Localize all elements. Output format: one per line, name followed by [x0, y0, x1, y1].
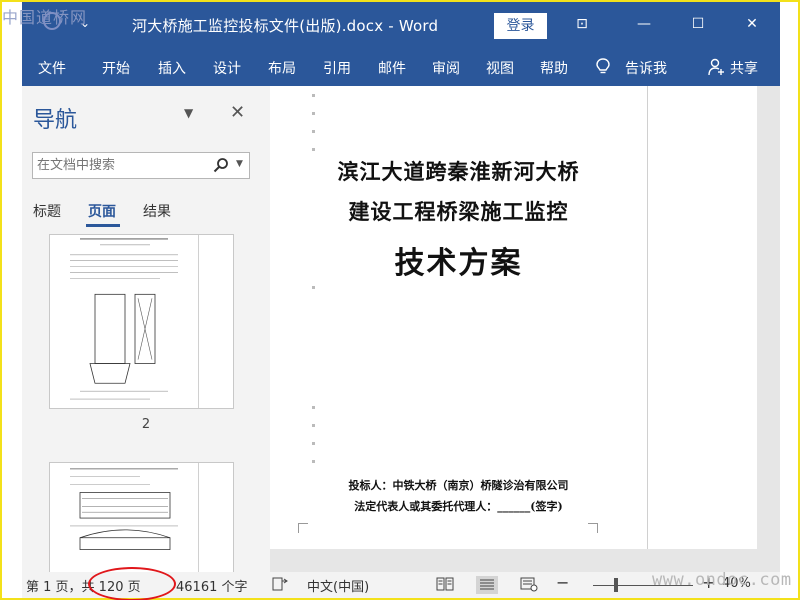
tab-help[interactable]: 帮助: [540, 58, 568, 78]
close-window-button[interactable]: ✕: [740, 12, 764, 36]
tab-mailings[interactable]: 邮件: [378, 58, 406, 78]
share-button[interactable]: 共享: [730, 58, 758, 78]
web-layout-icon[interactable]: [520, 577, 538, 592]
navigation-pane: 导航 ▼ ✕ ▼ 标题 页面 结果: [22, 86, 270, 572]
minimize-button[interactable]: —: [632, 12, 656, 36]
print-layout-icon[interactable]: [476, 576, 498, 594]
title-bar: ⌄ 河大桥施工监控投标文件(出版).docx - Word 登录 ⊡ — ☐ ✕: [22, 2, 780, 48]
zoom-out-icon[interactable]: −: [556, 573, 569, 592]
margin-corner-mark: [588, 523, 598, 533]
tab-design[interactable]: 设计: [213, 58, 241, 78]
paragraph-mark: [312, 94, 315, 97]
zoom-slider-thumb[interactable]: [614, 578, 618, 592]
nav-tab-pages[interactable]: 页面: [88, 201, 116, 221]
margin-corner-mark: [298, 523, 308, 533]
paragraph-mark: [312, 406, 315, 409]
tab-references[interactable]: 引用: [323, 58, 351, 78]
vertical-scrollbar[interactable]: [757, 86, 780, 572]
tab-review[interactable]: 审阅: [432, 58, 460, 78]
share-person-icon[interactable]: [708, 58, 724, 76]
doc-title-line-1: 滨江大道跨秦淮新河大桥: [337, 159, 580, 184]
search-dropdown-chevron-icon[interactable]: ▼: [236, 159, 243, 169]
nav-search-box: ▼: [32, 152, 250, 179]
document-title: 河大桥施工监控投标文件(出版).docx - Word: [132, 17, 439, 35]
read-mode-icon[interactable]: [436, 577, 454, 592]
thumbnail-drawing: [70, 238, 178, 400]
document-area: 滨江大道跨秦淮新河大桥 建设工程桥梁施工监控 技术方案 投标人：中铁大桥（南京）…: [270, 86, 780, 572]
watermark-logo-icon: [43, 12, 61, 30]
thumbnail-divider: [198, 463, 199, 572]
thumbnail-page-number: 2: [141, 417, 151, 432]
watermark-bottom: www.ondoc.com: [652, 570, 792, 590]
proofing-icon[interactable]: [272, 577, 288, 592]
login-button[interactable]: 登录: [494, 13, 547, 39]
page-thumbnails: 2: [22, 234, 270, 572]
page-thumbnail[interactable]: [49, 462, 234, 572]
tab-home[interactable]: 开始: [102, 58, 130, 78]
nav-tab-results[interactable]: 结果: [143, 201, 171, 221]
tab-view[interactable]: 视图: [486, 58, 514, 78]
paragraph-mark: [312, 286, 315, 289]
search-icon[interactable]: [213, 157, 229, 173]
red-circle-annotation: [88, 567, 176, 600]
ribbon-tabs: 文件 开始 插入 设计 布局 引用 邮件 审阅 视图 帮助 告诉我 共享: [22, 48, 780, 86]
tab-insert[interactable]: 插入: [158, 58, 186, 78]
paragraph-mark: [312, 112, 315, 115]
page-side-margin: [647, 86, 757, 549]
ribbon-display-options-icon[interactable]: ⊡: [570, 12, 594, 36]
thumbnail-divider: [198, 235, 199, 408]
representative-line: 法定代表人或其委托代理人：______(签字): [354, 500, 563, 513]
paragraph-mark: [312, 148, 315, 151]
language-status[interactable]: 中文(中国): [307, 576, 369, 595]
paragraph-mark: [312, 424, 315, 427]
paragraph-mark: [312, 130, 315, 133]
paragraph-mark: [312, 442, 315, 445]
doc-title-line-3: 技术方案: [394, 246, 523, 281]
nav-options-chevron-icon[interactable]: ▼: [184, 106, 193, 120]
tell-me-label[interactable]: 告诉我: [625, 58, 667, 78]
tab-layout[interactable]: 布局: [268, 58, 296, 78]
active-tab-indicator: [86, 224, 120, 227]
maximize-button[interactable]: ☐: [686, 12, 710, 36]
bidder-line: 投标人：中铁大桥（南京）桥隧诊治有限公司: [348, 479, 569, 492]
doc-title-line-2: 建设工程桥梁施工监控: [348, 199, 569, 224]
nav-tab-headings[interactable]: 标题: [33, 201, 61, 221]
document-page[interactable]: 滨江大道跨秦淮新河大桥 建设工程桥梁施工监控 技术方案 投标人：中铁大桥（南京）…: [270, 86, 647, 549]
paragraph-mark: [312, 460, 315, 463]
nav-close-icon[interactable]: ✕: [230, 102, 245, 123]
thumbnail-drawing: [70, 468, 178, 550]
nav-search-input[interactable]: [33, 153, 203, 178]
nav-pane-title: 导航: [33, 108, 78, 133]
lightbulb-icon[interactable]: [596, 58, 610, 76]
tab-file[interactable]: 文件: [38, 58, 66, 78]
page-thumbnail[interactable]: [49, 234, 234, 409]
word-count-status[interactable]: 46161 个字: [176, 576, 248, 595]
